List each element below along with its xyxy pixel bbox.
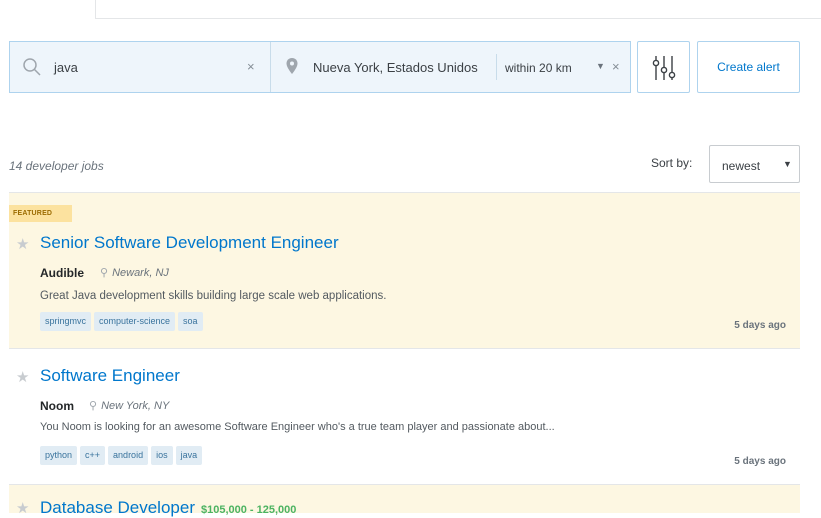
location-input[interactable]: Nueva York, Estados Unidos <box>313 60 478 75</box>
location-pin-icon <box>286 58 298 74</box>
tag[interactable]: soa <box>178 312 203 331</box>
job-listing[interactable]: FEATURED ★ Senior Software Development E… <box>9 192 800 348</box>
posted-date: 5 days ago <box>734 456 786 467</box>
tag-list: springmvc computer-science soa <box>40 311 206 331</box>
job-description: Great Java development skills building l… <box>40 290 387 302</box>
create-alert-button[interactable]: Create alert <box>697 41 800 93</box>
filters-button[interactable] <box>637 41 690 93</box>
job-search-bar: java × Nueva York, Estados Unidos within… <box>9 41 631 93</box>
chevron-down-icon[interactable]: ▼ <box>596 61 605 71</box>
tag[interactable]: python <box>40 446 78 465</box>
job-title-text[interactable]: Database Developer <box>40 498 195 517</box>
company-name: Noom <box>40 399 74 413</box>
tag[interactable]: computer-science <box>94 312 176 331</box>
posted-date: 5 days ago <box>734 320 786 331</box>
star-icon[interactable]: ★ <box>16 499 29 517</box>
distance-select[interactable]: within 20 km <box>505 61 572 75</box>
job-title-link[interactable]: Database Developer $105,000 - 125,000 <box>40 498 296 518</box>
salary-range: $105,000 - 125,000 <box>200 504 297 516</box>
tag[interactable]: ios <box>151 446 173 465</box>
clear-keyword-icon[interactable]: × <box>247 59 255 74</box>
tag[interactable]: android <box>108 446 149 465</box>
job-location-text: Newark, NJ <box>112 267 169 279</box>
tab-bar-border <box>96 18 821 19</box>
tag-list: python c++ android ios java <box>40 445 205 465</box>
featured-badge: FEATURED <box>9 205 72 222</box>
result-count: 14 developer jobs <box>9 159 104 173</box>
sort-select[interactable]: newest ▼ <box>709 145 800 183</box>
sort-label: Sort by: <box>651 156 693 170</box>
tag[interactable]: c++ <box>80 446 106 465</box>
tag[interactable]: springmvc <box>40 312 92 331</box>
job-title-link[interactable]: Software Engineer <box>40 366 180 386</box>
sliders-icon <box>652 56 676 80</box>
keyword-input[interactable]: java <box>54 60 78 75</box>
top-tab-bar <box>0 0 821 20</box>
keyword-field[interactable]: java × <box>10 42 271 92</box>
star-icon[interactable]: ★ <box>16 235 29 253</box>
within-divider <box>496 54 497 80</box>
job-listing[interactable]: ★ Software Engineer Noom ⚲ New York, NY Y… <box>9 348 800 484</box>
star-icon[interactable]: ★ <box>16 368 29 386</box>
search-icon <box>23 58 41 76</box>
tab-divider <box>95 0 96 19</box>
clear-location-icon[interactable]: × <box>612 59 620 74</box>
job-location-text: New York, NY <box>101 400 170 412</box>
job-title-link[interactable]: Senior Software Development Engineer <box>40 233 339 253</box>
job-listing[interactable]: ★ Database Developer $105,000 - 125,000 <box>9 484 800 517</box>
location-pin-icon: ⚲ <box>100 267 109 279</box>
location-pin-icon: ⚲ <box>89 400 98 412</box>
sort-value: newest <box>722 159 761 173</box>
job-description: You Noom is looking for an awesome Softw… <box>40 421 555 433</box>
company-name: Audible <box>40 266 84 280</box>
location-field[interactable]: Nueva York, Estados Unidos within 20 km … <box>271 42 631 92</box>
chevron-down-icon: ▼ <box>783 159 792 169</box>
job-location: ⚲ Newark, NJ <box>100 266 169 279</box>
job-location: ⚲ New York, NY <box>89 399 169 412</box>
tag[interactable]: java <box>175 446 203 465</box>
